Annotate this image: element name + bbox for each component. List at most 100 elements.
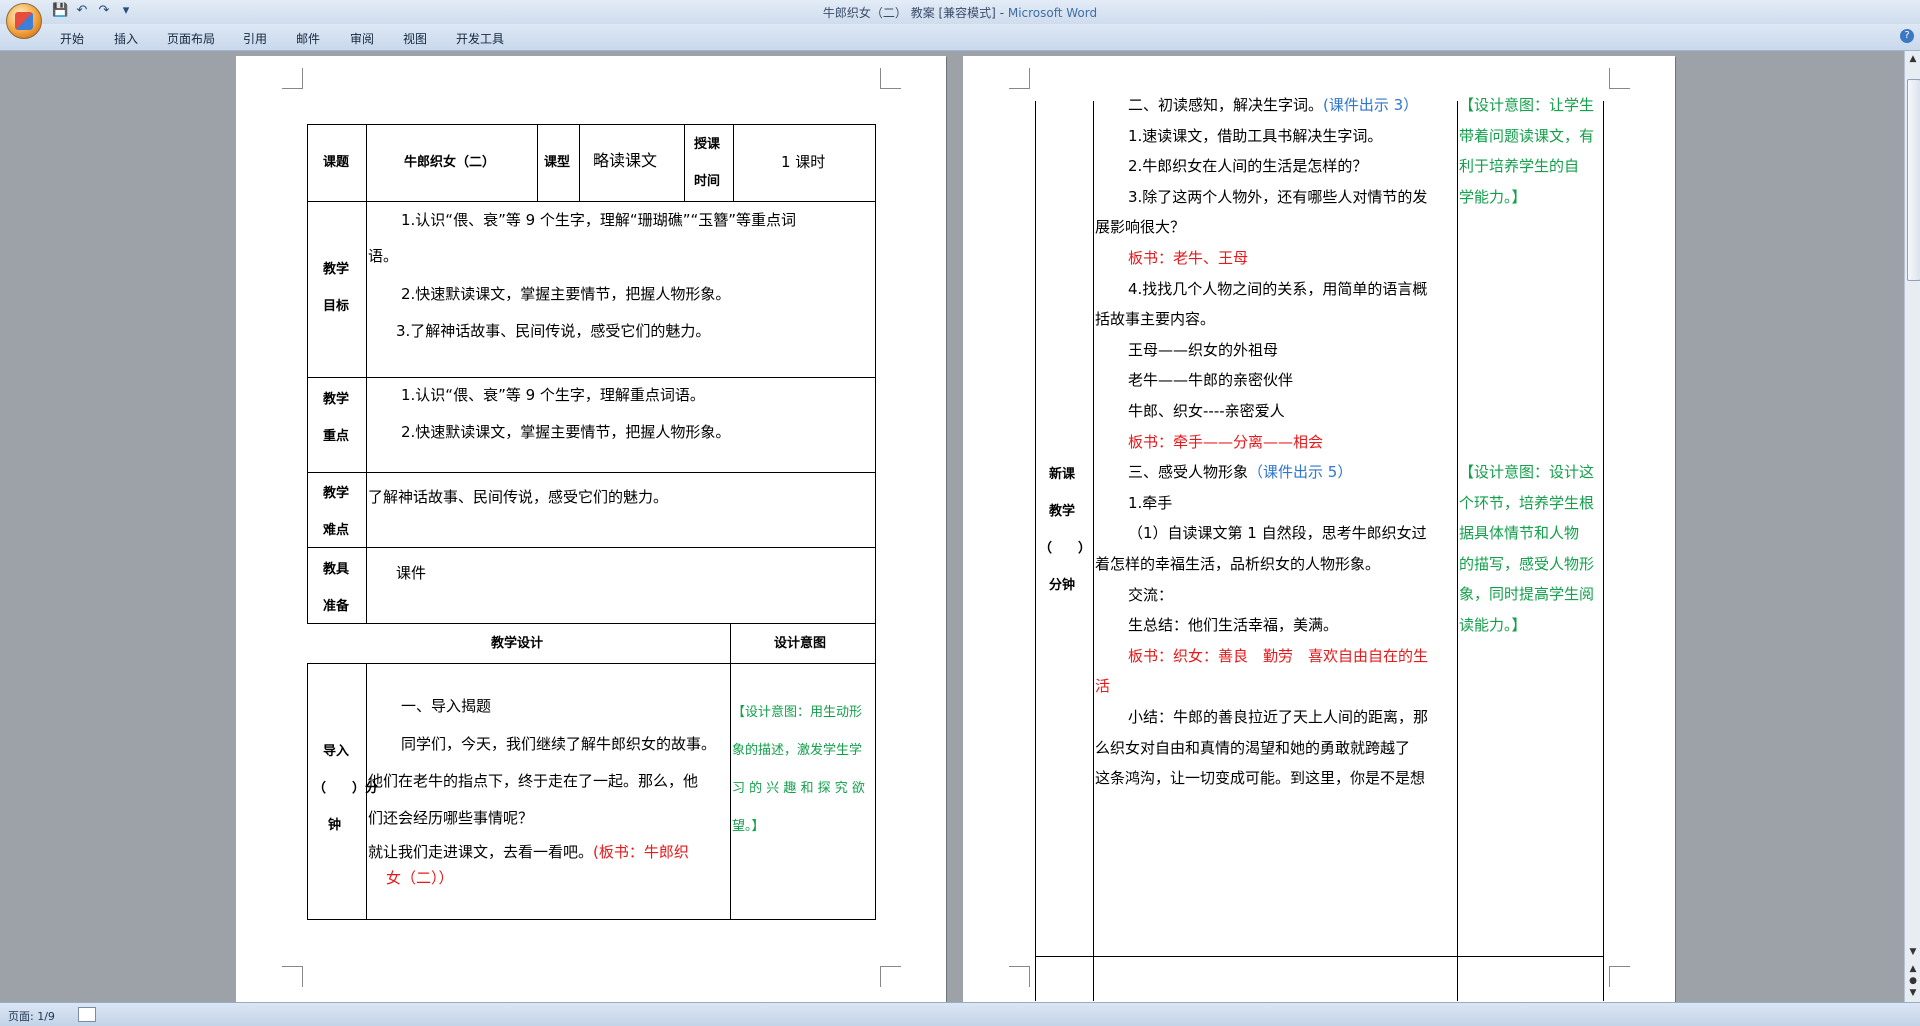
crop-mark	[880, 966, 901, 987]
lesson-line: 3.除了这两个人物外，还有哪些人对情节的发	[1128, 188, 1427, 206]
lesson-line-text: （1）自读课文第 1 自然段，思考牛郎织女过	[1128, 524, 1427, 542]
lesson-line-text: 生总结：他们生活幸福，美满。	[1128, 616, 1339, 634]
crop-mark	[282, 966, 303, 987]
document-name: 牛郎织女（二） 教案 [兼容模式]	[822, 6, 996, 20]
goal-line: 2.快速默读课文，掌握主要情节，把握人物形象。	[401, 285, 731, 303]
lesson-line-text: 这条鸿沟，让一切变成可能。到这里，你是不是想	[1095, 769, 1426, 787]
topic-label: 课题	[323, 155, 350, 170]
key-label: 重点	[323, 429, 350, 444]
goals-label: 教学	[323, 262, 350, 277]
title-separator: -	[995, 6, 1008, 20]
tab-mailings[interactable]: 邮件	[296, 30, 320, 47]
lesson-line: 交流：	[1128, 586, 1173, 604]
vertical-scrollbar[interactable]: ▲ ▼ ▲ ● ▼	[1904, 51, 1920, 1002]
crop-mark	[1009, 68, 1030, 89]
window-title: 牛郎织女（二） 教案 [兼容模式] - Microsoft Word	[0, 4, 1920, 21]
intro-paragraph: 们还会经历哪些事情呢？	[368, 809, 534, 827]
previous-page-icon[interactable]: ▲	[1907, 963, 1919, 975]
lesson-line: 2.牛郎织女在人间的生活是怎样的？	[1128, 157, 1367, 175]
crop-mark	[880, 68, 901, 89]
lesson-line: 4.找找几个人物之间的关系，用简单的语言概	[1128, 280, 1427, 298]
section-label: 新课	[1049, 467, 1076, 482]
prep-label: 教具	[323, 562, 350, 577]
tab-view[interactable]: 视图	[403, 30, 427, 47]
scrollbar-thumb[interactable]	[1907, 79, 1920, 281]
lesson-line-text: 展影响很大？	[1095, 218, 1186, 236]
difficulty-label: 教学	[323, 486, 350, 501]
intent-note: 学能力。】	[1459, 188, 1527, 206]
lesson-line-text: 老牛——牛郎的亲密伙伴	[1128, 371, 1294, 389]
intent-note: 【设计意图：让学生	[1459, 96, 1595, 114]
scroll-down-icon[interactable]: ▼	[1907, 946, 1919, 958]
section-label: （ ）	[1039, 541, 1092, 556]
lesson-line: 着怎样的幸福生活，品析织女的人物形象。	[1095, 555, 1380, 573]
document-page-1: 课题 牛郎织女（二） 课型 略读课文 授课 时间 1 课时 教学 目标 1.认识…	[236, 56, 946, 1002]
lesson-line: 牛郎、织女----亲密爱人	[1128, 402, 1285, 420]
intro-paragraph: 就让我们走进课文，去看一看吧。(板书：牛郎织	[368, 843, 689, 861]
crop-mark	[1609, 68, 1630, 89]
goal-line: 语。	[368, 247, 399, 265]
tab-review[interactable]: 审阅	[350, 30, 374, 47]
intent-note: 读能力。】	[1459, 616, 1527, 634]
goal-line: 1.认识“偎、衰”等 9 个生字，理解“珊瑚礁”“玉簪”等重点词	[401, 211, 797, 229]
lesson-line-text: 1.速读课文，借助工具书解决生字词。	[1128, 127, 1383, 145]
app-name: Microsoft Word	[1007, 6, 1098, 20]
goals-label: 目标	[323, 299, 350, 314]
type-value: 略读课文	[593, 151, 658, 170]
difficulty-line: 了解神话故事、民间传说，感受它们的魅力。	[368, 488, 669, 506]
slide-reference: （课件出示 5）	[1248, 463, 1353, 481]
intent-note: 利于培养学生的自	[1459, 157, 1580, 175]
tab-references[interactable]: 引用	[243, 30, 267, 47]
tab-home[interactable]: 开始	[60, 30, 84, 47]
lesson-line-text: 3.除了这两个人物外，还有哪些人对情节的发	[1128, 188, 1428, 206]
proofing-icon[interactable]	[78, 1007, 96, 1022]
type-label: 课型	[544, 155, 571, 170]
lesson-line-text: 着怎样的幸福生活，品析织女的人物形象。	[1095, 555, 1381, 573]
lesson-line: 小结：牛郎的善良拉近了天上人间的距离，那	[1128, 708, 1428, 726]
page-count[interactable]: 页面: 1/9	[8, 1008, 55, 1024]
topic-value: 牛郎织女（二）	[404, 155, 496, 170]
lesson-line: 板书：牵手——分离——相会	[1128, 433, 1323, 451]
lesson-line: 展影响很大？	[1095, 218, 1185, 236]
goal-line: 3.了解神话故事、民间传说，感受它们的魅力。	[396, 322, 711, 340]
crop-mark	[282, 68, 303, 89]
crop-mark	[1009, 966, 1030, 987]
lesson-line-text: 三、感受人物形象	[1128, 463, 1249, 481]
lesson-line-text: 王母——织女的外祖母	[1128, 341, 1279, 359]
tab-insert[interactable]: 插入	[114, 30, 138, 47]
prep-line: 课件	[396, 564, 427, 582]
lesson-line: 1.速读课文，借助工具书解决生字词。	[1128, 127, 1382, 145]
lesson-line-text: 括故事主要内容。	[1095, 310, 1216, 328]
document-page-2: 新课 教学 （ ） 分钟 二、初读感知，解决生字词。(课件出示 3） 1.速读课文…	[963, 56, 1675, 1002]
prep-label: 准备	[323, 599, 350, 614]
scroll-up-icon[interactable]: ▲	[1907, 53, 1919, 65]
lesson-line-text: 二、初读感知，解决生字词。	[1128, 96, 1324, 114]
office-button[interactable]	[6, 3, 42, 39]
section-label: 分钟	[1049, 578, 1076, 593]
help-icon[interactable]: ?	[1900, 29, 1914, 43]
section-label: 教学	[1049, 504, 1076, 519]
lesson-line: 这条鸿沟，让一切变成可能。到这里，你是不是想	[1095, 769, 1425, 787]
status-bar: 页面: 1/9	[0, 1002, 1920, 1026]
tab-developer[interactable]: 开发工具	[456, 30, 504, 47]
lesson-line: （1）自读课文第 1 自然段，思考牛郎织女过	[1128, 524, 1427, 542]
next-page-icon[interactable]: ▼	[1907, 987, 1919, 999]
intro-label: 导入	[323, 744, 350, 759]
intent-note: 象，同时提高学生阅	[1459, 585, 1595, 603]
browse-object-icon[interactable]: ●	[1907, 975, 1919, 987]
lesson-line-text: 么织女对自由和真情的渴望和她的勇敢就跨越了	[1095, 739, 1411, 757]
design-header: 教学设计	[491, 636, 544, 651]
lesson-line-text: 1.牵手	[1128, 494, 1173, 512]
tab-page-layout[interactable]: 页面布局	[167, 30, 215, 47]
slide-reference: (课件出示 3）	[1323, 96, 1419, 114]
lesson-line-text: 2.牛郎织女在人间的生活是怎样的？	[1128, 157, 1368, 175]
intent-note: 个环节，培养学生根	[1459, 494, 1595, 512]
lesson-line-text: 板书：老牛、王母	[1128, 249, 1249, 267]
lesson-line: 王母——织女的外祖母	[1128, 341, 1278, 359]
lesson-line: 么织女对自由和真情的渴望和她的勇敢就跨越了	[1095, 739, 1410, 757]
lesson-line-text: 板书：织女：善良 勤劳 喜欢自由自在的生	[1128, 647, 1429, 665]
crop-mark	[1609, 966, 1630, 987]
lesson-line-text: 板书：牵手——分离——相会	[1128, 433, 1324, 451]
intent-header: 设计意图	[774, 636, 827, 651]
lesson-line-text: 交流：	[1128, 586, 1174, 604]
